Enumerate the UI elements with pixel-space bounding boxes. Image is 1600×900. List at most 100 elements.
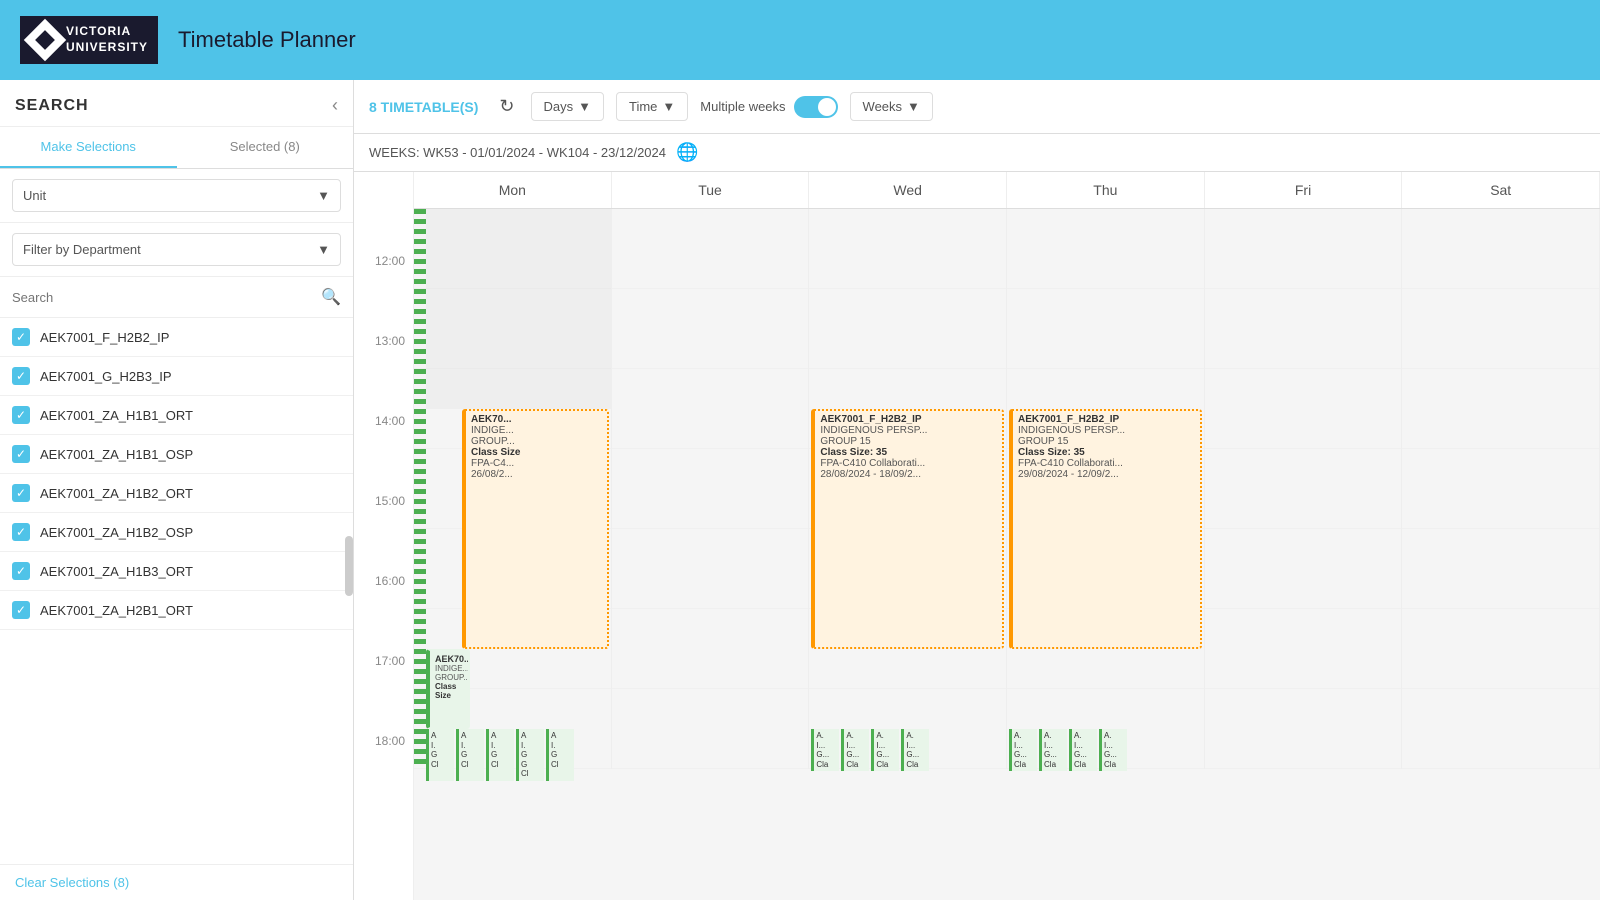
item-label-1: AEK7001_F_H2B2_IP (40, 330, 169, 345)
mini-card[interactable]: A.I...G...Cla (1009, 729, 1037, 771)
day-col-sat (1402, 209, 1600, 769)
search-icon: 🔍 (321, 287, 341, 307)
logo: VICTORIA UNIVERSITY (20, 16, 158, 63)
mini-card[interactable]: A.I...G...Cla (871, 729, 899, 771)
event-sub-2a: INDIGE... (435, 664, 463, 673)
day-header-tue: Tue (612, 172, 810, 208)
item-label-8: AEK7001_ZA_H2B1_ORT (40, 603, 193, 618)
mini-card[interactable]: A.I...G...Cla (1069, 729, 1097, 771)
days-area: Mon Tue Wed Thu Fri Sat (414, 172, 1600, 900)
list-item[interactable]: ✓ AEK7001_ZA_H1B2_OSP (0, 513, 353, 552)
event-thu-1[interactable]: AEK7001_F_H2B2_IP INDIGENOUS PERSP... GR… (1009, 409, 1202, 649)
sidebar-tabs: Make Selections Selected (8) (0, 127, 353, 169)
list-item[interactable]: ✓ AEK7001_ZA_H1B2_ORT (0, 474, 353, 513)
event-sub5: 26/08/2... (471, 469, 602, 480)
items-list: ✓ AEK7001_F_H2B2_IP ✓ AEK7001_G_H2B3_IP … (0, 318, 353, 864)
checkbox-3[interactable]: ✓ (12, 406, 30, 424)
list-item[interactable]: ✓ AEK7001_G_H2B3_IP (0, 357, 353, 396)
dept-dropdown[interactable]: Filter by Department ▼ (12, 233, 341, 266)
mini-card[interactable]: AI.GCl (546, 729, 574, 781)
days-body: AEK70... INDIGE... GROUP... Class Size F… (414, 209, 1600, 769)
hour-row (809, 209, 1006, 289)
time-label-18: 18:00 (354, 732, 413, 812)
mini-card[interactable]: A.I...G...Cla (1099, 729, 1127, 771)
list-item[interactable]: ✓ AEK7001_ZA_H2B1_ORT (0, 591, 353, 630)
week-bar: WEEKS: WK53 - 01/01/2024 - WK104 - 23/12… (354, 134, 1600, 172)
hour-row (612, 369, 809, 449)
day-header-wed: Wed (809, 172, 1007, 208)
event-wed-1[interactable]: AEK7001_F_H2B2_IP INDIGENOUS PERSP... GR… (811, 409, 1004, 649)
checkbox-6[interactable]: ✓ (12, 523, 30, 541)
tab-make-selections[interactable]: Make Selections (0, 127, 177, 168)
mini-card[interactable]: A.I...G...Cla (811, 729, 839, 771)
collapse-icon[interactable]: ‹ (332, 95, 338, 116)
checkbox-2[interactable]: ✓ (12, 367, 30, 385)
day-col-tue (612, 209, 810, 769)
list-item[interactable]: ✓ AEK7001_ZA_H1B1_ORT (0, 396, 353, 435)
tab-selected[interactable]: Selected (8) (177, 127, 354, 168)
green-stripe-mon (414, 209, 426, 769)
refresh-button[interactable]: ↻ (495, 92, 518, 121)
sidebar: SEARCH ‹ Make Selections Selected (8) Un… (0, 80, 354, 900)
calendar-grid: 12:00 13:00 14:00 15:00 16:00 17:00 18:0… (354, 172, 1600, 900)
scrollbar-thumb[interactable] (345, 536, 353, 596)
item-label-5: AEK7001_ZA_H1B2_ORT (40, 486, 193, 501)
dept-dropdown-label: Filter by Department (23, 242, 141, 257)
time-dropdown[interactable]: Time ▼ (616, 92, 688, 121)
days-arrow: ▼ (578, 99, 591, 114)
checkbox-7[interactable]: ✓ (12, 562, 30, 580)
hour-row (1402, 289, 1599, 369)
item-label-3: AEK7001_ZA_H1B1_ORT (40, 408, 193, 423)
event-mon-1[interactable]: AEK70... INDIGE... GROUP... Class Size F… (462, 409, 609, 649)
clear-selections-button[interactable]: Clear Selections (8) (0, 864, 353, 900)
hour-row (1402, 209, 1599, 289)
checkbox-1[interactable]: ✓ (12, 328, 30, 346)
event-sub-wed2: GROUP 15 (820, 436, 997, 447)
search-input[interactable] (12, 290, 313, 305)
globe-icon[interactable]: 🌐 (676, 142, 698, 163)
days-dropdown[interactable]: Days ▼ (531, 92, 605, 121)
time-column: 12:00 13:00 14:00 15:00 16:00 17:00 18:0… (354, 172, 414, 900)
mini-card[interactable]: AI.GGCl (516, 729, 544, 781)
mini-card[interactable]: AI.GCl (486, 729, 514, 781)
mini-card[interactable]: A.I...G...Cla (1039, 729, 1067, 771)
mini-card[interactable]: A.I...G...Cla (841, 729, 869, 771)
weeks-dropdown[interactable]: Weeks ▼ (850, 92, 933, 121)
event-sub3: Class Size (471, 447, 602, 458)
time-arrow: ▼ (662, 99, 675, 114)
list-item[interactable]: ✓ AEK7001_ZA_H1B1_OSP (0, 435, 353, 474)
timetable-count: 8 TIMETABLE(S) (369, 99, 478, 115)
time-label-15: 15:00 (354, 492, 413, 572)
event-sub-thu1: INDIGENOUS PERSP... (1018, 425, 1195, 436)
hour-row (1205, 209, 1402, 289)
shade-mon (426, 209, 611, 409)
day-col-thu: AEK7001_F_H2B2_IP INDIGENOUS PERSP... GR… (1007, 209, 1205, 769)
hour-row (1205, 529, 1402, 609)
hour-row (1402, 609, 1599, 689)
event-sub-wed1: INDIGENOUS PERSP... (820, 425, 997, 436)
event-sub1: INDIGE... (471, 425, 602, 436)
list-item[interactable]: ✓ AEK7001_ZA_H1B3_ORT (0, 552, 353, 591)
unit-dropdown[interactable]: Unit ▼ (12, 179, 341, 212)
event-sub-thu5: 29/08/2024 - 12/09/2... (1018, 469, 1195, 480)
weeks-label: Weeks (863, 99, 903, 114)
hour-row (612, 289, 809, 369)
mini-card[interactable]: A.I...G...Cla (901, 729, 929, 771)
list-item[interactable]: ✓ AEK7001_F_H2B2_IP (0, 318, 353, 357)
mini-card[interactable]: AI.GCl (456, 729, 484, 781)
event-mon-2[interactable]: AEK70... INDIGE... GROUP... Class Size (426, 649, 470, 729)
checkbox-8[interactable]: ✓ (12, 601, 30, 619)
item-label-6: AEK7001_ZA_H1B2_OSP (40, 525, 193, 540)
checkbox-4[interactable]: ✓ (12, 445, 30, 463)
search-box: 🔍 (0, 277, 353, 318)
item-label-2: AEK7001_G_H2B3_IP (40, 369, 172, 384)
mini-card[interactable]: AI.GCl (426, 729, 454, 781)
mini-events-thu: A.I...G...Cla A.I...G...Cla A.I...G...Cl… (1009, 729, 1127, 771)
event-sub-2c: Class Size (435, 682, 463, 700)
item-label-4: AEK7001_ZA_H1B1_OSP (40, 447, 193, 462)
hour-row (1007, 209, 1204, 289)
checkbox-5[interactable]: ✓ (12, 484, 30, 502)
hour-row (1205, 689, 1402, 769)
logo-line1: VICTORIA (66, 24, 148, 40)
multiple-weeks-toggle[interactable] (794, 96, 838, 118)
